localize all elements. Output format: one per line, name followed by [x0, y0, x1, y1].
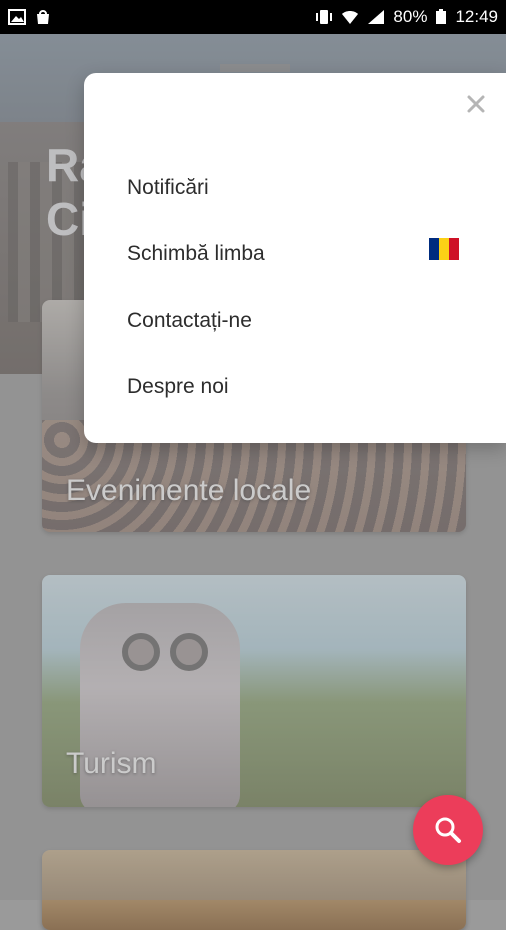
- wifi-icon: [342, 11, 359, 24]
- shopping-bag-icon: [37, 10, 49, 24]
- status-bar: 80% 12:49: [0, 0, 506, 34]
- clock: 12:49: [455, 7, 498, 26]
- menu-item-about[interactable]: Despre noi: [127, 375, 229, 399]
- search-fab[interactable]: [413, 795, 483, 865]
- menu-item-change-language[interactable]: Schimbă limba: [127, 242, 265, 266]
- flag-red-stripe: [449, 238, 459, 260]
- battery-percent: 80%: [393, 7, 428, 26]
- flag-blue-stripe: [429, 238, 439, 260]
- menu-item-notifications[interactable]: Notificări: [127, 176, 209, 200]
- romanian-flag-icon: [429, 238, 459, 260]
- status-right: 80% 12:49: [315, 7, 498, 27]
- battery-icon: [436, 9, 447, 24]
- flag-yellow-stripe: [439, 238, 449, 260]
- status-left: [8, 9, 52, 25]
- gallery-icon: [8, 9, 26, 25]
- signal-icon: [368, 10, 385, 24]
- menu-item-contact[interactable]: Contactați-ne: [127, 309, 252, 333]
- vibrate-icon: [316, 10, 333, 24]
- close-icon[interactable]: [465, 93, 487, 115]
- search-icon: [435, 817, 461, 843]
- overflow-menu: Notificări Schimbă limba Contactați-ne D…: [84, 73, 506, 443]
